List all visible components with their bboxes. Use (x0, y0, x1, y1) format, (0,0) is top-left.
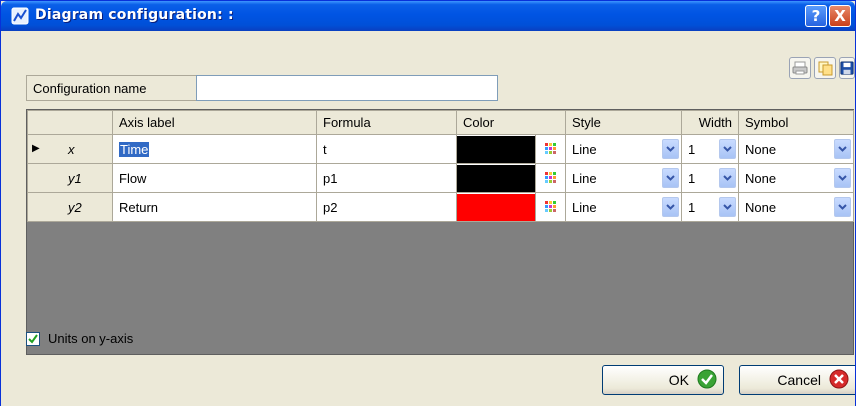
width-select[interactable]: 1 (681, 192, 740, 222)
color-picker-button[interactable] (534, 192, 567, 222)
checkmark-icon (28, 333, 38, 344)
window-title: Diagram configuration: : (35, 7, 234, 23)
axis-label-cell[interactable]: Return (112, 192, 317, 222)
row-header-y2[interactable]: y2 (27, 192, 113, 222)
symbol-value: None (745, 141, 777, 157)
chevron-down-icon[interactable] (662, 168, 680, 188)
chevron-down-icon[interactable] (834, 197, 852, 217)
table-row[interactable]: y1 Flow p1 Line 1 None (27, 163, 855, 193)
width-value: 1 (688, 141, 696, 157)
axis-label-cell[interactable]: Time (112, 134, 317, 164)
col-header-axis-label[interactable]: Axis label (112, 110, 317, 135)
ok-button[interactable]: OK (602, 365, 724, 395)
symbol-select[interactable]: None (738, 192, 855, 222)
style-select[interactable]: Line (565, 163, 683, 193)
col-header-style[interactable]: Style (565, 110, 683, 135)
grid-header-row: Axis label Formula Color Style Width Sym… (27, 110, 855, 135)
dialog-window: Diagram configuration: : ? X Configurati… (0, 0, 856, 406)
row-name: x (68, 142, 75, 157)
cancel-circle-icon (829, 369, 849, 392)
save-icon[interactable] (839, 57, 855, 79)
cancel-label: Cancel (777, 372, 821, 388)
axis-label-cell[interactable]: Flow (112, 163, 317, 193)
axis-grid: Axis label Formula Color Style Width Sym… (26, 109, 855, 355)
check-circle-icon (697, 369, 717, 392)
width-select[interactable]: 1 (681, 163, 740, 193)
row-name: y2 (68, 200, 82, 215)
color-swatch-cell[interactable] (456, 163, 536, 193)
axis-label-text: Time (119, 141, 150, 157)
palette-icon (545, 142, 556, 157)
chevron-down-icon[interactable] (662, 139, 680, 159)
symbol-value: None (745, 170, 777, 186)
palette-icon (545, 171, 556, 186)
print-icon[interactable] (789, 57, 811, 79)
axis-table: Axis label Formula Color Style Width Sym… (27, 110, 855, 222)
chevron-down-icon[interactable] (834, 168, 852, 188)
table-row[interactable]: ▶ x Time t Line 1 None (27, 134, 855, 164)
color-swatch (457, 193, 535, 221)
color-swatch (457, 164, 535, 192)
symbol-select[interactable]: None (738, 163, 855, 193)
close-button[interactable]: X (829, 5, 851, 27)
formula-cell[interactable]: p2 (316, 192, 457, 222)
table-row[interactable]: y2 Return p2 Line 1 None (27, 192, 855, 222)
col-header-symbol[interactable]: Symbol (738, 110, 855, 135)
style-value: Line (572, 170, 597, 186)
current-row-arrow-icon: ▶ (32, 143, 40, 154)
color-swatch-cell[interactable] (456, 134, 536, 164)
style-select[interactable]: Line (565, 134, 683, 164)
col-header-color[interactable]: Color (455, 110, 567, 135)
row-header-y1[interactable]: y1 (27, 163, 113, 193)
color-picker-button[interactable] (534, 163, 567, 193)
formula-cell[interactable]: p1 (316, 163, 457, 193)
chevron-down-icon[interactable] (719, 168, 737, 188)
color-swatch (457, 135, 535, 163)
units-option[interactable]: Units on y-axis (26, 331, 133, 346)
color-swatch-cell[interactable] (456, 192, 536, 222)
width-value: 1 (688, 170, 696, 186)
chevron-down-icon[interactable] (834, 139, 852, 159)
diagram-app-icon (11, 7, 29, 25)
color-picker-button[interactable] (534, 134, 567, 164)
symbol-select[interactable]: None (738, 134, 855, 164)
style-value: Line (572, 199, 597, 215)
width-value: 1 (688, 199, 696, 215)
row-header-x[interactable]: ▶ x (27, 134, 113, 164)
units-checkbox[interactable] (26, 331, 40, 346)
row-name: y1 (68, 171, 82, 186)
symbol-value: None (745, 199, 777, 215)
col-header-formula[interactable]: Formula (316, 110, 457, 135)
width-select[interactable]: 1 (681, 134, 740, 164)
palette-icon (545, 200, 556, 215)
units-label: Units on y-axis (48, 331, 134, 346)
chevron-down-icon[interactable] (719, 197, 737, 217)
formula-cell[interactable]: t (316, 134, 457, 164)
configuration-name-label: Configuration name (26, 75, 196, 101)
cancel-button[interactable]: Cancel (739, 365, 855, 395)
title-bar[interactable]: Diagram configuration: : ? X (1, 1, 855, 31)
configuration-name-input[interactable] (196, 75, 498, 101)
style-value: Line (572, 141, 597, 157)
row-header-corner (27, 110, 113, 135)
chevron-down-icon[interactable] (719, 139, 737, 159)
style-select[interactable]: Line (565, 192, 683, 222)
copy-icon[interactable] (814, 57, 836, 79)
ok-label: OK (668, 372, 689, 388)
chevron-down-icon[interactable] (662, 197, 680, 217)
help-button[interactable]: ? (805, 5, 827, 27)
col-header-width[interactable]: Width (681, 110, 740, 135)
